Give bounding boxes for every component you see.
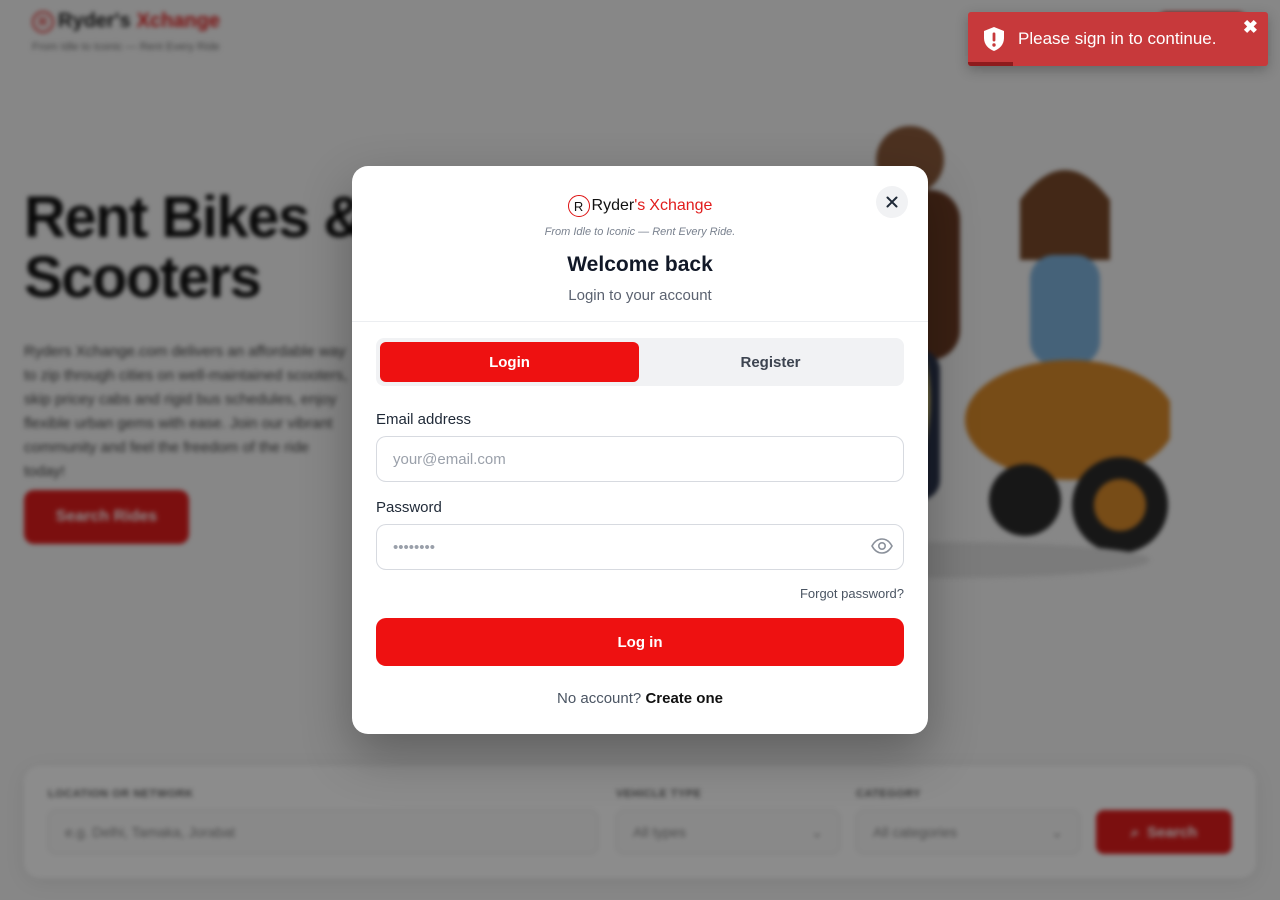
modal-subtitle: Login to your account	[568, 287, 712, 304]
forgot-password-link[interactable]: Forgot password?	[800, 586, 904, 601]
modal-title: Welcome back	[567, 253, 713, 276]
error-toast: Please sign in to continue. ✖	[968, 12, 1268, 66]
email-label: Email address	[376, 411, 472, 428]
auth-tabs: Login Register	[376, 338, 904, 386]
log-in-button[interactable]: Log in	[376, 618, 904, 666]
tab-register[interactable]: Register	[641, 342, 900, 382]
close-icon	[886, 196, 898, 208]
brand-logo: R Ryder's Xchange	[567, 195, 713, 217]
toast-timer-bar	[968, 62, 1013, 66]
brand-apostrophe: 's	[634, 197, 646, 214]
shield-alert-icon	[984, 27, 1004, 51]
brand-r-icon: R	[567, 195, 590, 217]
no-account-text: No account?	[557, 690, 642, 707]
email-field[interactable]	[376, 436, 904, 482]
password-field[interactable]	[376, 524, 904, 570]
brand-xchange: Xchange	[649, 197, 713, 214]
create-account-link[interactable]: Create one	[645, 690, 723, 707]
brand-tagline: From Idle to Iconic — Rent Every Ride.	[544, 226, 736, 238]
tab-login[interactable]: Login	[380, 342, 639, 382]
modal-header: R Ryder's Xchange From Idle to Iconic — …	[352, 166, 928, 322]
toast-message: Please sign in to continue.	[1018, 29, 1217, 48]
create-account-prompt: No account? Create one	[352, 690, 928, 707]
login-modal: R Ryder's Xchange From Idle to Iconic — …	[352, 166, 928, 734]
modal-close-button[interactable]	[876, 186, 908, 218]
brand-name: Ryder	[591, 197, 635, 214]
show-password-icon[interactable]	[871, 538, 893, 554]
toast-close-icon[interactable]: ✖	[1243, 18, 1258, 36]
password-label: Password	[376, 499, 442, 516]
